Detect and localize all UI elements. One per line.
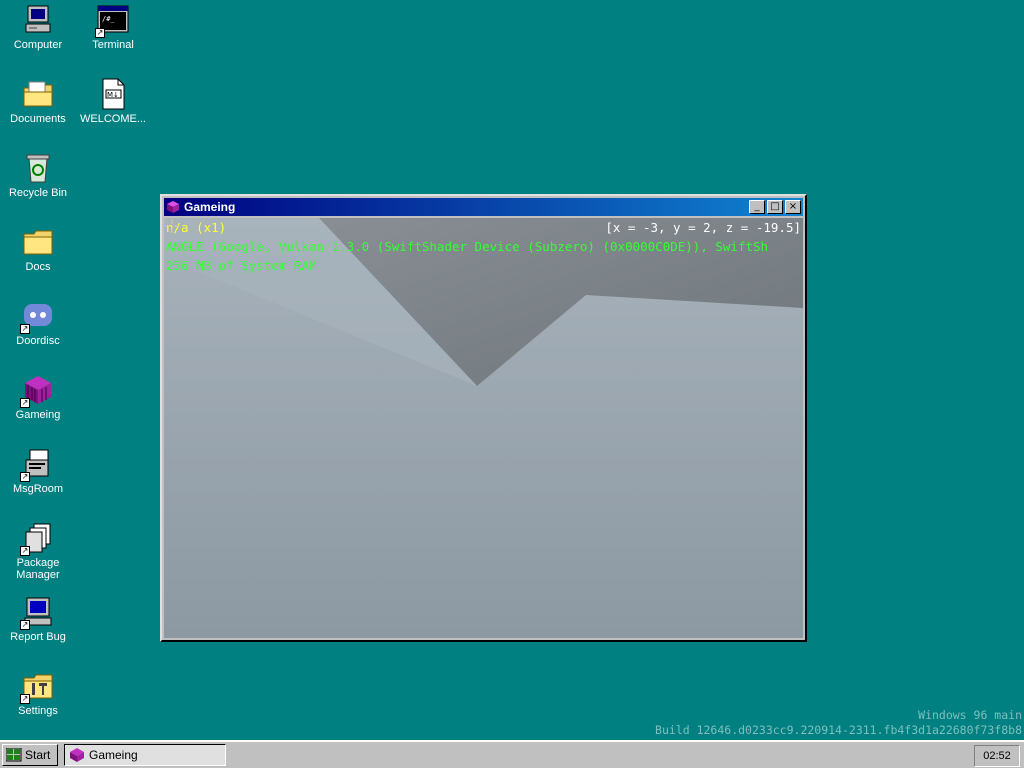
start-logo-icon [6, 748, 22, 762]
shortcut-arrow-icon: ↗ [20, 398, 30, 408]
desktop-icon-computer[interactable]: Computer [0, 4, 76, 51]
minimize-icon: _ [754, 201, 760, 212]
desktop-icon-msgroom[interactable]: ↗ MsgRoom [0, 448, 76, 495]
taskbar-item-gameing[interactable]: Gameing [64, 744, 226, 766]
hud-coordinates: [x = -3, y = 2, z = -19.5] [605, 220, 801, 235]
taskbar: Start Gameing 02:52 [0, 740, 1024, 768]
window-title: Gameing [184, 200, 236, 214]
close-button[interactable]: × [785, 200, 801, 214]
maximize-icon: □ [770, 201, 780, 212]
hud-ram-info: 256 MB of System RAM [166, 258, 317, 273]
report-bug-icon: ↗ [20, 596, 54, 630]
window-titlebar[interactable]: Gameing _ □ × [164, 198, 803, 216]
start-button[interactable]: Start [2, 744, 58, 766]
watermark-line-2: Build 12646.d0233cc9.220914-2311.fb4f3d1… [655, 723, 1022, 737]
shortcut-arrow-icon: ↗ [20, 620, 30, 630]
settings-icon: ↗ [20, 670, 54, 704]
start-label: Start [25, 748, 51, 762]
desktop-icon-gameing[interactable]: ↗ Gameing [0, 374, 76, 421]
desktop-icon-welcome[interactable]: M↓ WELCOME... [75, 78, 151, 125]
game-viewport[interactable]: n/a (x1) [x = -3, y = 2, z = -19.5] ANGL… [164, 218, 803, 638]
desktop-icon-label: Recycle Bin [8, 187, 68, 199]
desktop-icon-label: Gameing [15, 409, 61, 421]
system-clock[interactable]: 02:52 [974, 745, 1020, 767]
desktop-icon-label: Report Bug [10, 631, 66, 643]
close-icon: × [788, 201, 798, 212]
desktop-icon-label: WELCOME... [79, 113, 146, 125]
desktop-icon-label: Computer [13, 39, 63, 51]
desktop-icon-label: Package Manager [16, 557, 60, 581]
shortcut-arrow-icon: ↗ [20, 324, 30, 334]
markdown-file-icon: M↓ [97, 78, 129, 110]
desktop-icon-settings[interactable]: ↗ Settings [0, 670, 76, 717]
gameing-cube-icon [70, 748, 84, 762]
desktop-icon-doordisc[interactable]: ↗ Doordisc [0, 300, 76, 347]
documents-folder-icon [22, 78, 54, 110]
desktop-icon-docs[interactable]: Docs [0, 226, 76, 273]
desktop-icon-label: Docs [25, 261, 51, 273]
gameing-cube-icon: ↗ [20, 374, 54, 408]
taskbar-item-label: Gameing [89, 748, 138, 762]
desktop-icon-recycle-bin[interactable]: Recycle Bin [0, 152, 76, 199]
terminal-icon: /#_ ↗ [95, 4, 129, 38]
desktop-icon-label: Settings [18, 705, 58, 717]
hud-gpu-info: ANGLE (Google, Vulkan 1.3.0 (SwiftShader… [166, 239, 769, 254]
folder-icon [22, 226, 54, 258]
gameing-window[interactable]: Gameing _ □ × n/a (x1) [x = -3, y = 2, z… [160, 194, 807, 642]
desktop-icon-terminal[interactable]: /#_ ↗ Terminal [75, 4, 151, 51]
shortcut-arrow-icon: ↗ [20, 472, 30, 482]
build-watermark: Windows 96 main Build 12646.d0233cc9.220… [655, 708, 1022, 738]
svg-text:M↓: M↓ [107, 91, 119, 99]
desktop-icon-package-manager[interactable]: ↗ Package Manager [0, 522, 76, 581]
desktop-icon-label: Terminal [92, 39, 134, 51]
shortcut-arrow-icon: ↗ [20, 546, 30, 556]
crosshair-icon [165, 219, 179, 233]
computer-icon [22, 4, 54, 36]
svg-text:/#_: /#_ [102, 15, 115, 23]
msgroom-icon: ↗ [20, 448, 54, 482]
watermark-line-1: Windows 96 main [918, 708, 1022, 722]
shortcut-arrow-icon: ↗ [95, 28, 105, 38]
desktop-icon-report-bug[interactable]: ↗ Report Bug [0, 596, 76, 643]
maximize-button[interactable]: □ [767, 200, 783, 214]
shortcut-arrow-icon: ↗ [20, 694, 30, 704]
package-manager-icon: ↗ [20, 522, 54, 556]
desktop-icon-label: Doordisc [16, 335, 60, 347]
desktop-icon-label: MsgRoom [12, 483, 64, 495]
game-scene [164, 218, 803, 638]
recycle-bin-icon [22, 152, 54, 184]
desktop-icon-label: Documents [10, 113, 66, 125]
minimize-button[interactable]: _ [749, 200, 765, 214]
desktop-icon-documents[interactable]: Documents [0, 78, 76, 125]
gameing-cube-icon [167, 201, 179, 213]
doordisc-icon: ↗ [20, 300, 54, 334]
